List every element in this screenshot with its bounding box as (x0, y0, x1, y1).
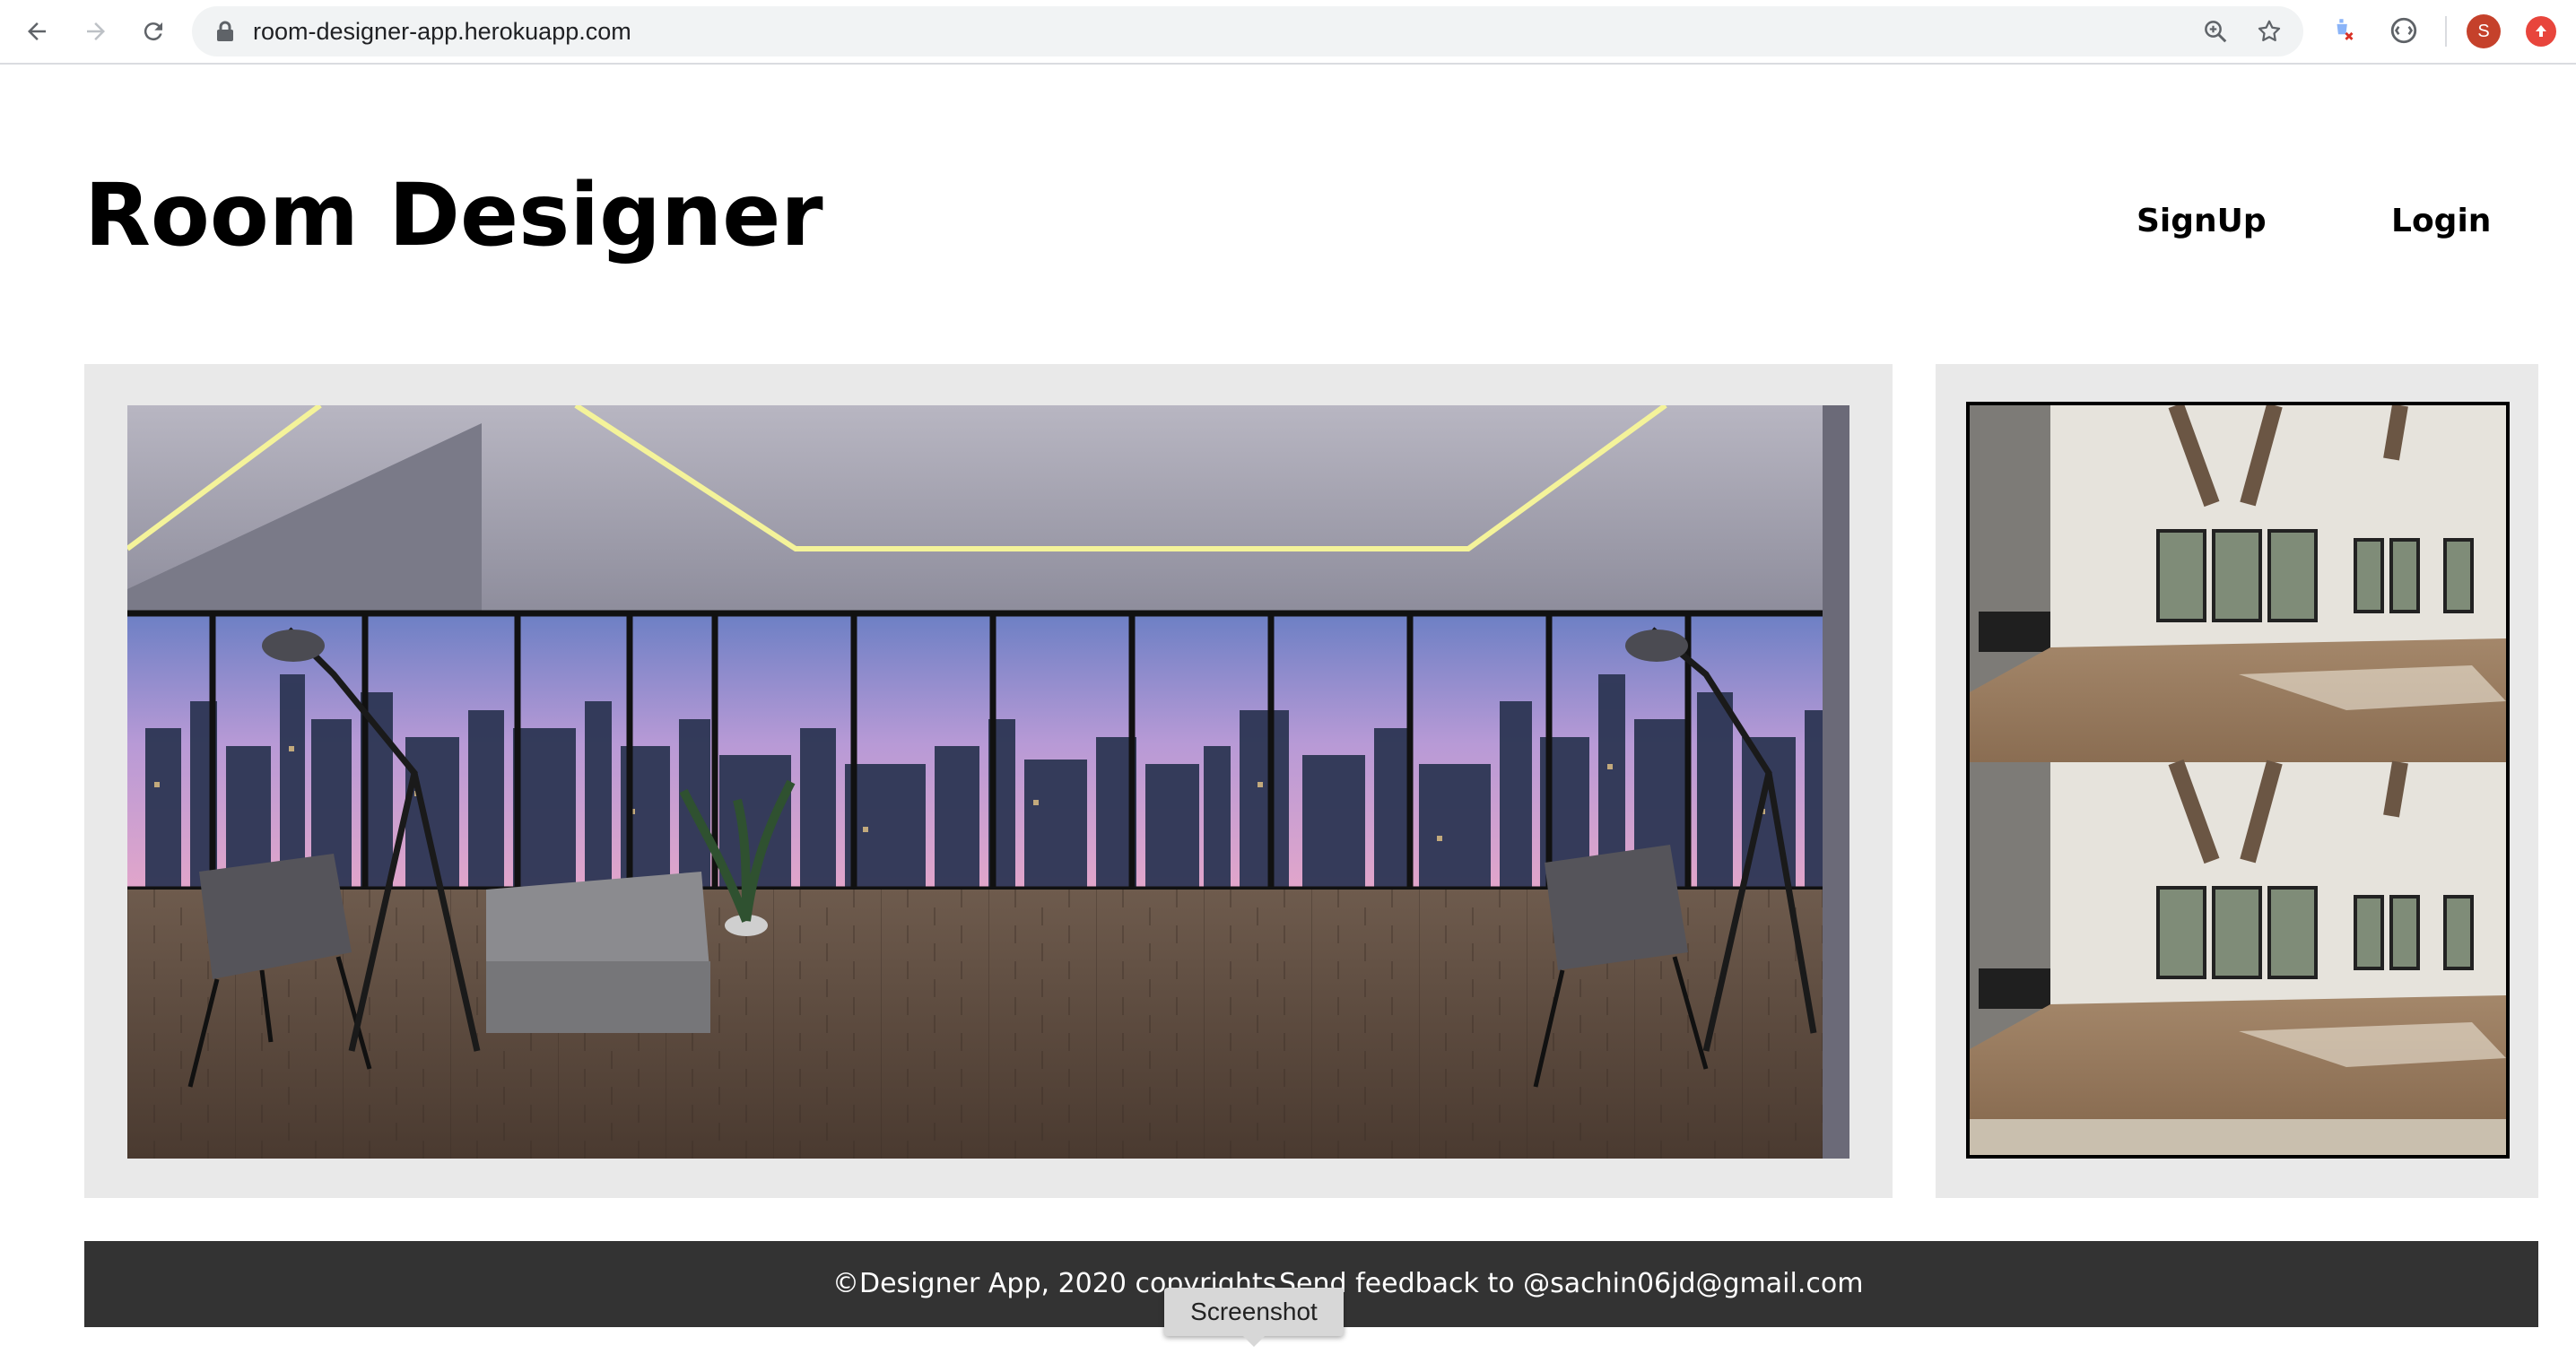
update-button[interactable] (2526, 16, 2556, 47)
site-title: Room Designer (84, 165, 823, 265)
signup-link[interactable]: SignUp (2137, 203, 2267, 239)
star-icon (2258, 20, 2281, 41)
room-scene-image[interactable] (127, 405, 1849, 1159)
extension-button[interactable] (2327, 13, 2363, 48)
reload-button[interactable] (135, 13, 172, 50)
room-thumbnail-list[interactable] (1966, 402, 2510, 1159)
toolbar-divider (2445, 16, 2447, 47)
room-scene-illustration (127, 405, 1849, 1159)
screenshot-tooltip: Screenshot (1164, 1288, 1344, 1336)
address-bar[interactable]: room-designer-app.herokuapp.com (192, 6, 2303, 56)
tooltip-arrow (1243, 1336, 1265, 1347)
forward-icon (87, 22, 105, 40)
forward-button[interactable] (77, 13, 115, 50)
extension-icon (2337, 19, 2354, 40)
extension-button[interactable] (2386, 13, 2422, 48)
bookmark-button[interactable] (2255, 17, 2284, 46)
lock-icon (217, 21, 233, 41)
update-icon (2536, 25, 2546, 37)
back-button[interactable] (18, 13, 56, 50)
zoom-icon (2205, 21, 2227, 43)
profile-avatar[interactable]: S (2467, 14, 2501, 48)
extension-icon (2390, 17, 2417, 44)
browser-toolbar: room-designer-app.herokuapp.com S (0, 0, 2576, 65)
url-text: room-designer-app.herokuapp.com (253, 18, 631, 45)
zoom-button[interactable] (2201, 17, 2230, 46)
login-link[interactable]: Login (2391, 203, 2491, 239)
empty-room-thumbnails (1970, 405, 2506, 1155)
reload-icon (144, 22, 162, 41)
footer-feedback[interactable]: Send feedback to @sachin06jd@gmail.com (1279, 1241, 1863, 1327)
back-icon (28, 22, 46, 40)
